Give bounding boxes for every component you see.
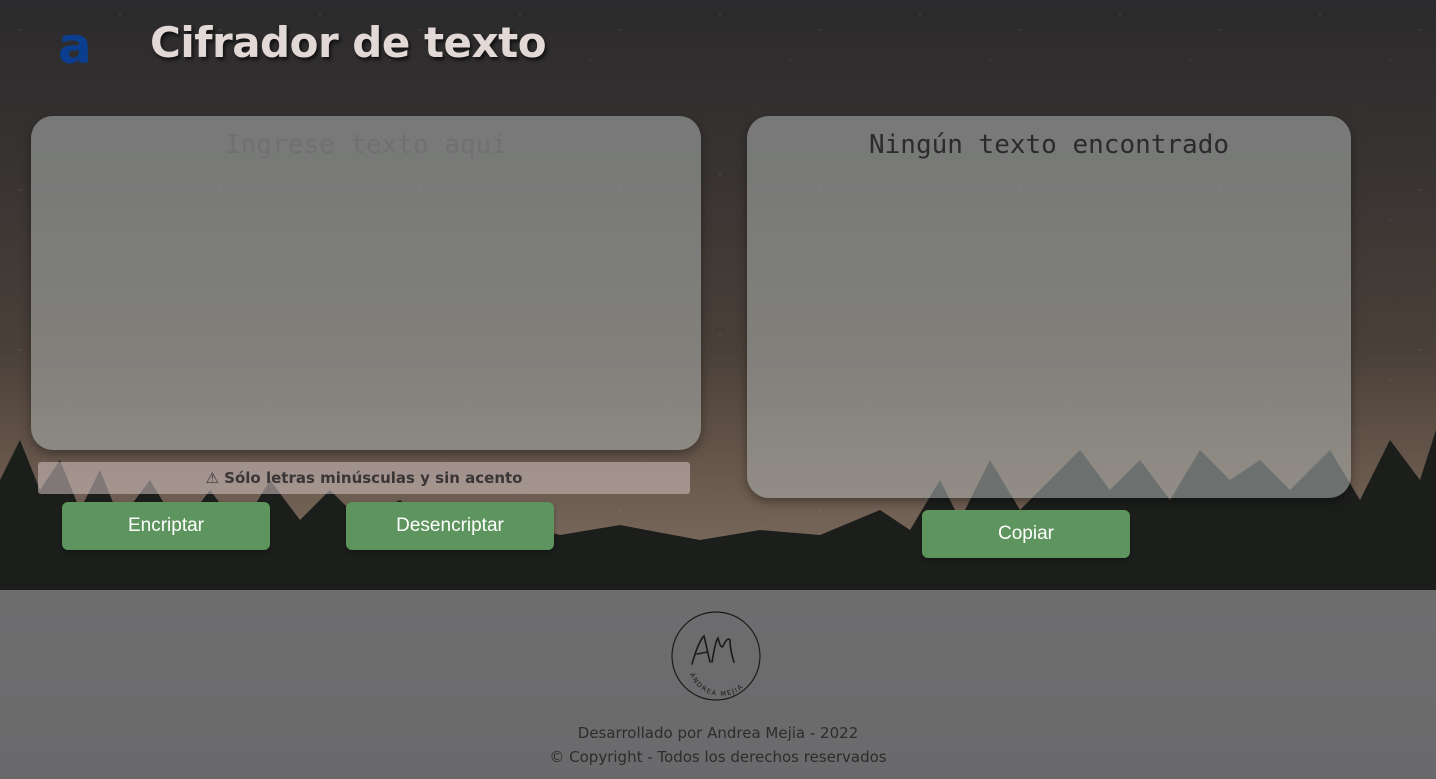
- warning-text: ⚠ Sólo letras minúsculas y sin acento: [205, 469, 523, 487]
- decrypt-button[interactable]: Desencriptar: [346, 502, 554, 550]
- svg-text:ANDREA MEJIA: ANDREA MEJIA: [688, 672, 745, 699]
- page-title: Cifrador de texto: [150, 18, 547, 67]
- input-warning: ⚠ Sólo letras minúsculas y sin acento: [38, 462, 690, 494]
- copy-button[interactable]: Copiar: [922, 510, 1130, 558]
- encrypt-button[interactable]: Encriptar: [62, 502, 270, 550]
- footer-copyright: © Copyright - Todos los derechos reserva…: [549, 748, 887, 766]
- author-signature-logo: ANDREA MEJIA: [671, 611, 761, 701]
- output-panel: Ningún texto encontrado: [747, 116, 1351, 498]
- brand-logo: a: [58, 17, 92, 75]
- app-header: a Cifrador de texto: [0, 0, 1436, 100]
- footer-credit: Desarrollado por Andrea Mejia - 2022: [577, 724, 859, 742]
- input-panel: [31, 116, 701, 450]
- text-input[interactable]: [31, 116, 701, 450]
- page-footer: ANDREA MEJIA Desarrollado por Andrea Mej…: [0, 590, 1436, 779]
- output-empty-message: Ningún texto encontrado: [868, 130, 1230, 160]
- logo-name-text: ANDREA MEJIA: [688, 672, 744, 699]
